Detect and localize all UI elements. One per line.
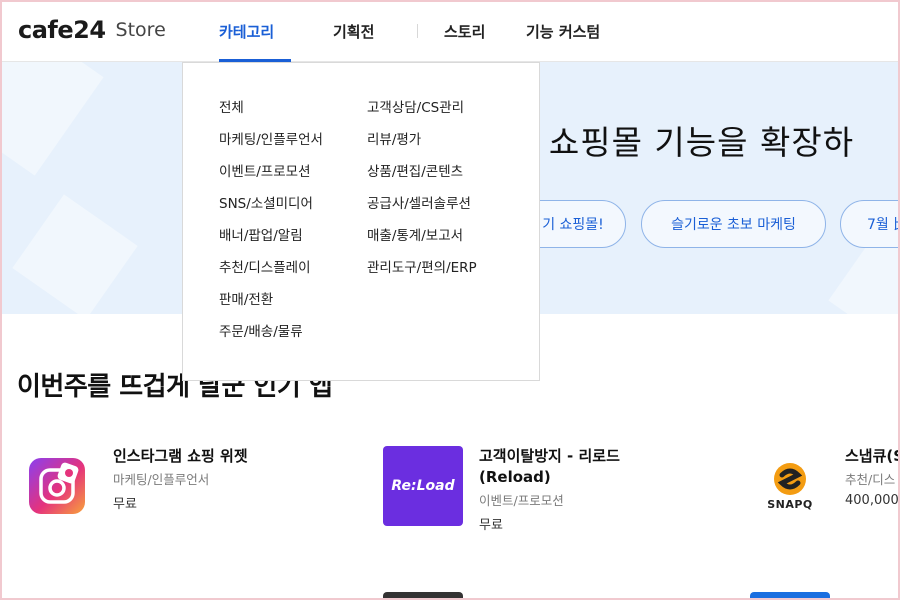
hero-title: 로 쇼핑몰 기능을 확장하 (506, 123, 855, 162)
dropdown-item[interactable]: 관리도구/편의/ERP (367, 259, 477, 291)
dropdown-item[interactable]: 상품/편집/콘텐츠 (367, 163, 477, 195)
reload-logo-text: Re:Load (391, 478, 455, 494)
app-price: 무료 (479, 518, 503, 533)
dropdown-item[interactable]: 고객상담/CS관리 (367, 99, 477, 131)
next-row-app-icon (750, 592, 830, 600)
app-name[interactable]: 인스타그램 쇼핑 위젯 (113, 446, 248, 467)
app-card[interactable]: Re:Load 고객이탈방지 - 리로드 (Reload) 이벤트/프로모션 무… (383, 446, 620, 533)
app-name-line1[interactable]: 고객이탈방지 - 리로드 (479, 446, 620, 467)
logo-wordmark: cafe24 (18, 16, 106, 44)
app-name-line2[interactable]: (Reload) (479, 467, 620, 488)
dropdown-item[interactable]: 판매/전환 (219, 291, 323, 323)
dropdown-item[interactable]: 주문/배송/물류 (219, 323, 323, 355)
app-category: 추천/디스 (845, 472, 896, 487)
dropdown-item[interactable]: 이벤트/프로모션 (219, 163, 323, 195)
app-name[interactable]: 스냅큐(S (845, 446, 900, 467)
app-card[interactable]: SNAPQ 스냅큐(S 추천/디스 400,000 (750, 446, 900, 526)
nav-tab-exhibition[interactable]: 기획전 (333, 0, 391, 62)
snapq-logo-icon: SNAPQ (750, 446, 830, 526)
dropdown-item[interactable]: SNS/소셜미디어 (219, 195, 323, 227)
decor-cube (12, 194, 138, 314)
snapq-logo-text: SNAPQ (767, 497, 813, 511)
app-category: 마케팅/인플루언서 (113, 472, 210, 487)
nav-tab-story[interactable]: 스토리 (444, 0, 500, 62)
dropdown-item[interactable]: 공급사/셀러솔루션 (367, 195, 477, 227)
dropdown-column-1: 전체 마케팅/인플루언서 이벤트/프로모션 SNS/소셜미디어 배너/팝업/알림… (219, 99, 323, 355)
nav-tab-category[interactable]: 카테고리 (219, 0, 291, 62)
hero-pill-marketing[interactable]: 슬기로운 초보 마케팅 (641, 200, 826, 248)
dropdown-column-2: 고객상담/CS관리 리뷰/평가 상품/편집/콘텐츠 공급사/셀러솔루션 매출/통… (367, 99, 477, 291)
main-nav: 카테고리 기획전 스토리 기능 커스텀 (219, 0, 616, 62)
instagram-pin-icon (29, 458, 85, 514)
dropdown-item[interactable]: 배너/팝업/알림 (219, 227, 323, 259)
app-price: 400,000 (845, 493, 899, 508)
cafe24-logo[interactable]: cafe24 Store (18, 14, 166, 46)
app-card[interactable]: 인스타그램 쇼핑 위젯 마케팅/인플루언서 무료 (29, 446, 248, 514)
dropdown-item[interactable]: 추천/디스플레이 (219, 259, 323, 291)
nav-tab-custom-feature[interactable]: 기능 커스텀 (526, 0, 616, 62)
reload-logo-icon: Re:Load (383, 446, 463, 526)
next-row-app-icon (383, 592, 463, 600)
category-dropdown: 전체 마케팅/인플루언서 이벤트/프로모션 SNS/소셜미디어 배너/팝업/알림… (182, 62, 540, 381)
dropdown-item-all[interactable]: 전체 (219, 99, 323, 131)
app-category: 이벤트/프로모션 (479, 493, 564, 508)
dropdown-item[interactable]: 마케팅/인플루언서 (219, 131, 323, 163)
logo-store-label: Store (115, 19, 166, 41)
app-price: 무료 (113, 497, 137, 512)
top-header: cafe24 Store 카테고리 기획전 스토리 기능 커스텀 (0, 0, 900, 62)
decor-cube (0, 62, 104, 176)
dropdown-item[interactable]: 매출/통계/보고서 (367, 227, 477, 259)
hero-pill-july[interactable]: 7월 比 (840, 200, 900, 248)
dropdown-item[interactable]: 리뷰/평가 (367, 131, 477, 163)
